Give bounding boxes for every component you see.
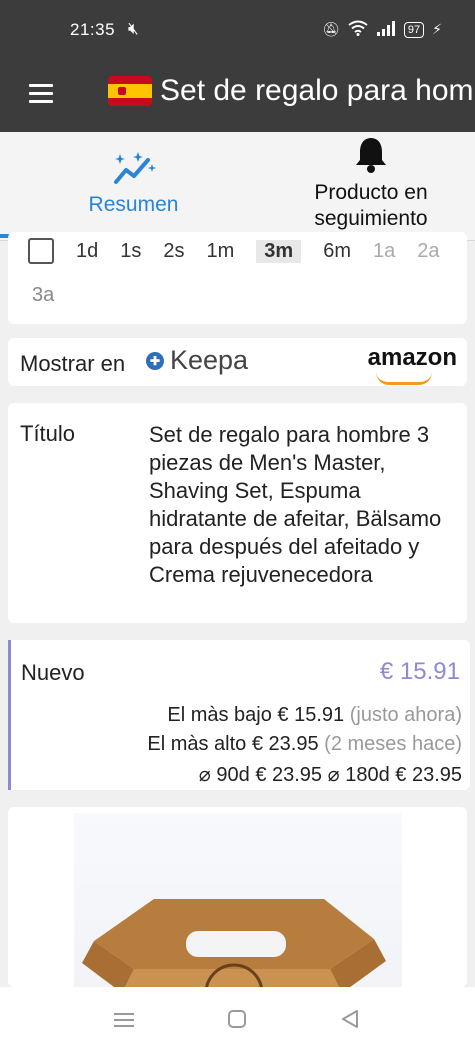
product-image-card[interactable]: [8, 807, 467, 987]
system-nav-bar: [0, 987, 475, 1056]
page-title: Set de regalo para hombre 3 piezas de Me…: [160, 74, 475, 107]
title-label: Título: [20, 421, 76, 446]
app-bar: Set de regalo para hombre 3 piezas de Me…: [0, 60, 475, 132]
status-icons: 🔕︎ 97 ⚡︎: [322, 20, 442, 39]
avg180-value: € 23.95: [395, 764, 462, 786]
show-in-card: Mostrar en ✚ Keepa amazon: [8, 338, 467, 386]
range-option-2s[interactable]: 2s: [163, 240, 184, 263]
highest-price-row: El màs alto € 23.95 (2 meses hace): [147, 733, 462, 756]
product-image: [74, 813, 402, 987]
spain-flag-icon: [108, 76, 152, 106]
current-price: € 15.91: [379, 658, 460, 685]
amazon-smile-icon: [375, 372, 432, 385]
range-option-2a[interactable]: 2a: [417, 240, 439, 263]
range-selector-card: 1d 1s 2s 1m 3m 6m 1a 2a 3a: [8, 232, 467, 324]
price-condition-label: Nuevo: [21, 660, 85, 685]
range-option-6m[interactable]: 6m: [323, 240, 351, 263]
range-option-1s[interactable]: 1s: [120, 240, 141, 263]
recent-apps-icon[interactable]: [113, 1009, 135, 1035]
battery-icon: 97: [403, 21, 425, 38]
wifi-icon: [348, 20, 368, 39]
home-icon[interactable]: [227, 1009, 247, 1035]
range-options: 1d 1s 2s 1m 3m 6m 1a 2a: [28, 238, 440, 264]
charging-icon: ⚡︎: [432, 21, 442, 37]
range-option-1d[interactable]: 1d: [76, 240, 98, 263]
keepa-label: Keepa: [170, 345, 249, 375]
lowest-when: (justo ahora): [349, 704, 462, 726]
price-card: Nuevo € 15.91 El màs bajo € 15.91 (justo…: [8, 640, 470, 790]
tab-bar: Resumen Producto en seguimiento: [0, 132, 475, 241]
highest-label: El màs alto: [147, 733, 247, 755]
tab-resumen[interactable]: Resumen: [0, 132, 267, 240]
average-price-row: ⌀ 90d € 23.95 ⌀ 180d € 23.95: [199, 762, 462, 787]
keepa-logo-icon: ✚: [146, 351, 164, 370]
tab-label: Resumen: [88, 193, 179, 216]
avg90-label: ⌀ 90d: [198, 764, 250, 786]
product-title: Set de regalo para hombre 3 piezas de Me…: [149, 422, 442, 587]
signal-icon: [376, 20, 396, 39]
status-time: 21:35: [70, 20, 116, 39]
lowest-value: € 15.91: [277, 704, 345, 726]
range-option-3m[interactable]: 3m: [256, 239, 302, 263]
trend-sparkle-icon: [110, 150, 158, 193]
avg90-value: € 23.95: [255, 764, 323, 786]
status-bar: 21:35 🔇︎ 🔕︎ 97 ⚡︎: [0, 0, 475, 60]
range-option-3a[interactable]: 3a: [32, 284, 54, 307]
menu-icon[interactable]: [29, 80, 53, 108]
tab-label: Producto en seguimiento: [314, 181, 428, 230]
avg180-label: ⌀ 180d: [327, 764, 390, 786]
tab-producto-en-seguimiento[interactable]: Producto en seguimiento: [267, 132, 475, 240]
keepa-link[interactable]: ✚ Keepa: [146, 345, 248, 376]
lowest-price-row: El màs bajo € 15.91 (justo ahora): [167, 704, 462, 727]
product-title-card: Título Set de regalo para hombre 3 pieza…: [8, 403, 467, 623]
show-in-label: Mostrar en: [20, 351, 126, 376]
back-icon[interactable]: [340, 1009, 360, 1035]
mute-icon: 🔇︎: [128, 19, 139, 38]
amazon-link[interactable]: amazon: [367, 344, 457, 385]
do-not-disturb-icon: 🔕︎: [322, 21, 340, 37]
range-option-1a[interactable]: 1a: [373, 240, 395, 263]
lowest-label: El màs bajo: [167, 704, 272, 726]
range-checkbox[interactable]: [28, 238, 54, 264]
bell-icon: [353, 134, 389, 179]
amazon-logo-text: amazon: [367, 344, 457, 371]
highest-value: € 23.95: [251, 733, 319, 755]
highest-when: (2 meses hace): [324, 733, 462, 755]
range-option-1m[interactable]: 1m: [207, 240, 235, 263]
